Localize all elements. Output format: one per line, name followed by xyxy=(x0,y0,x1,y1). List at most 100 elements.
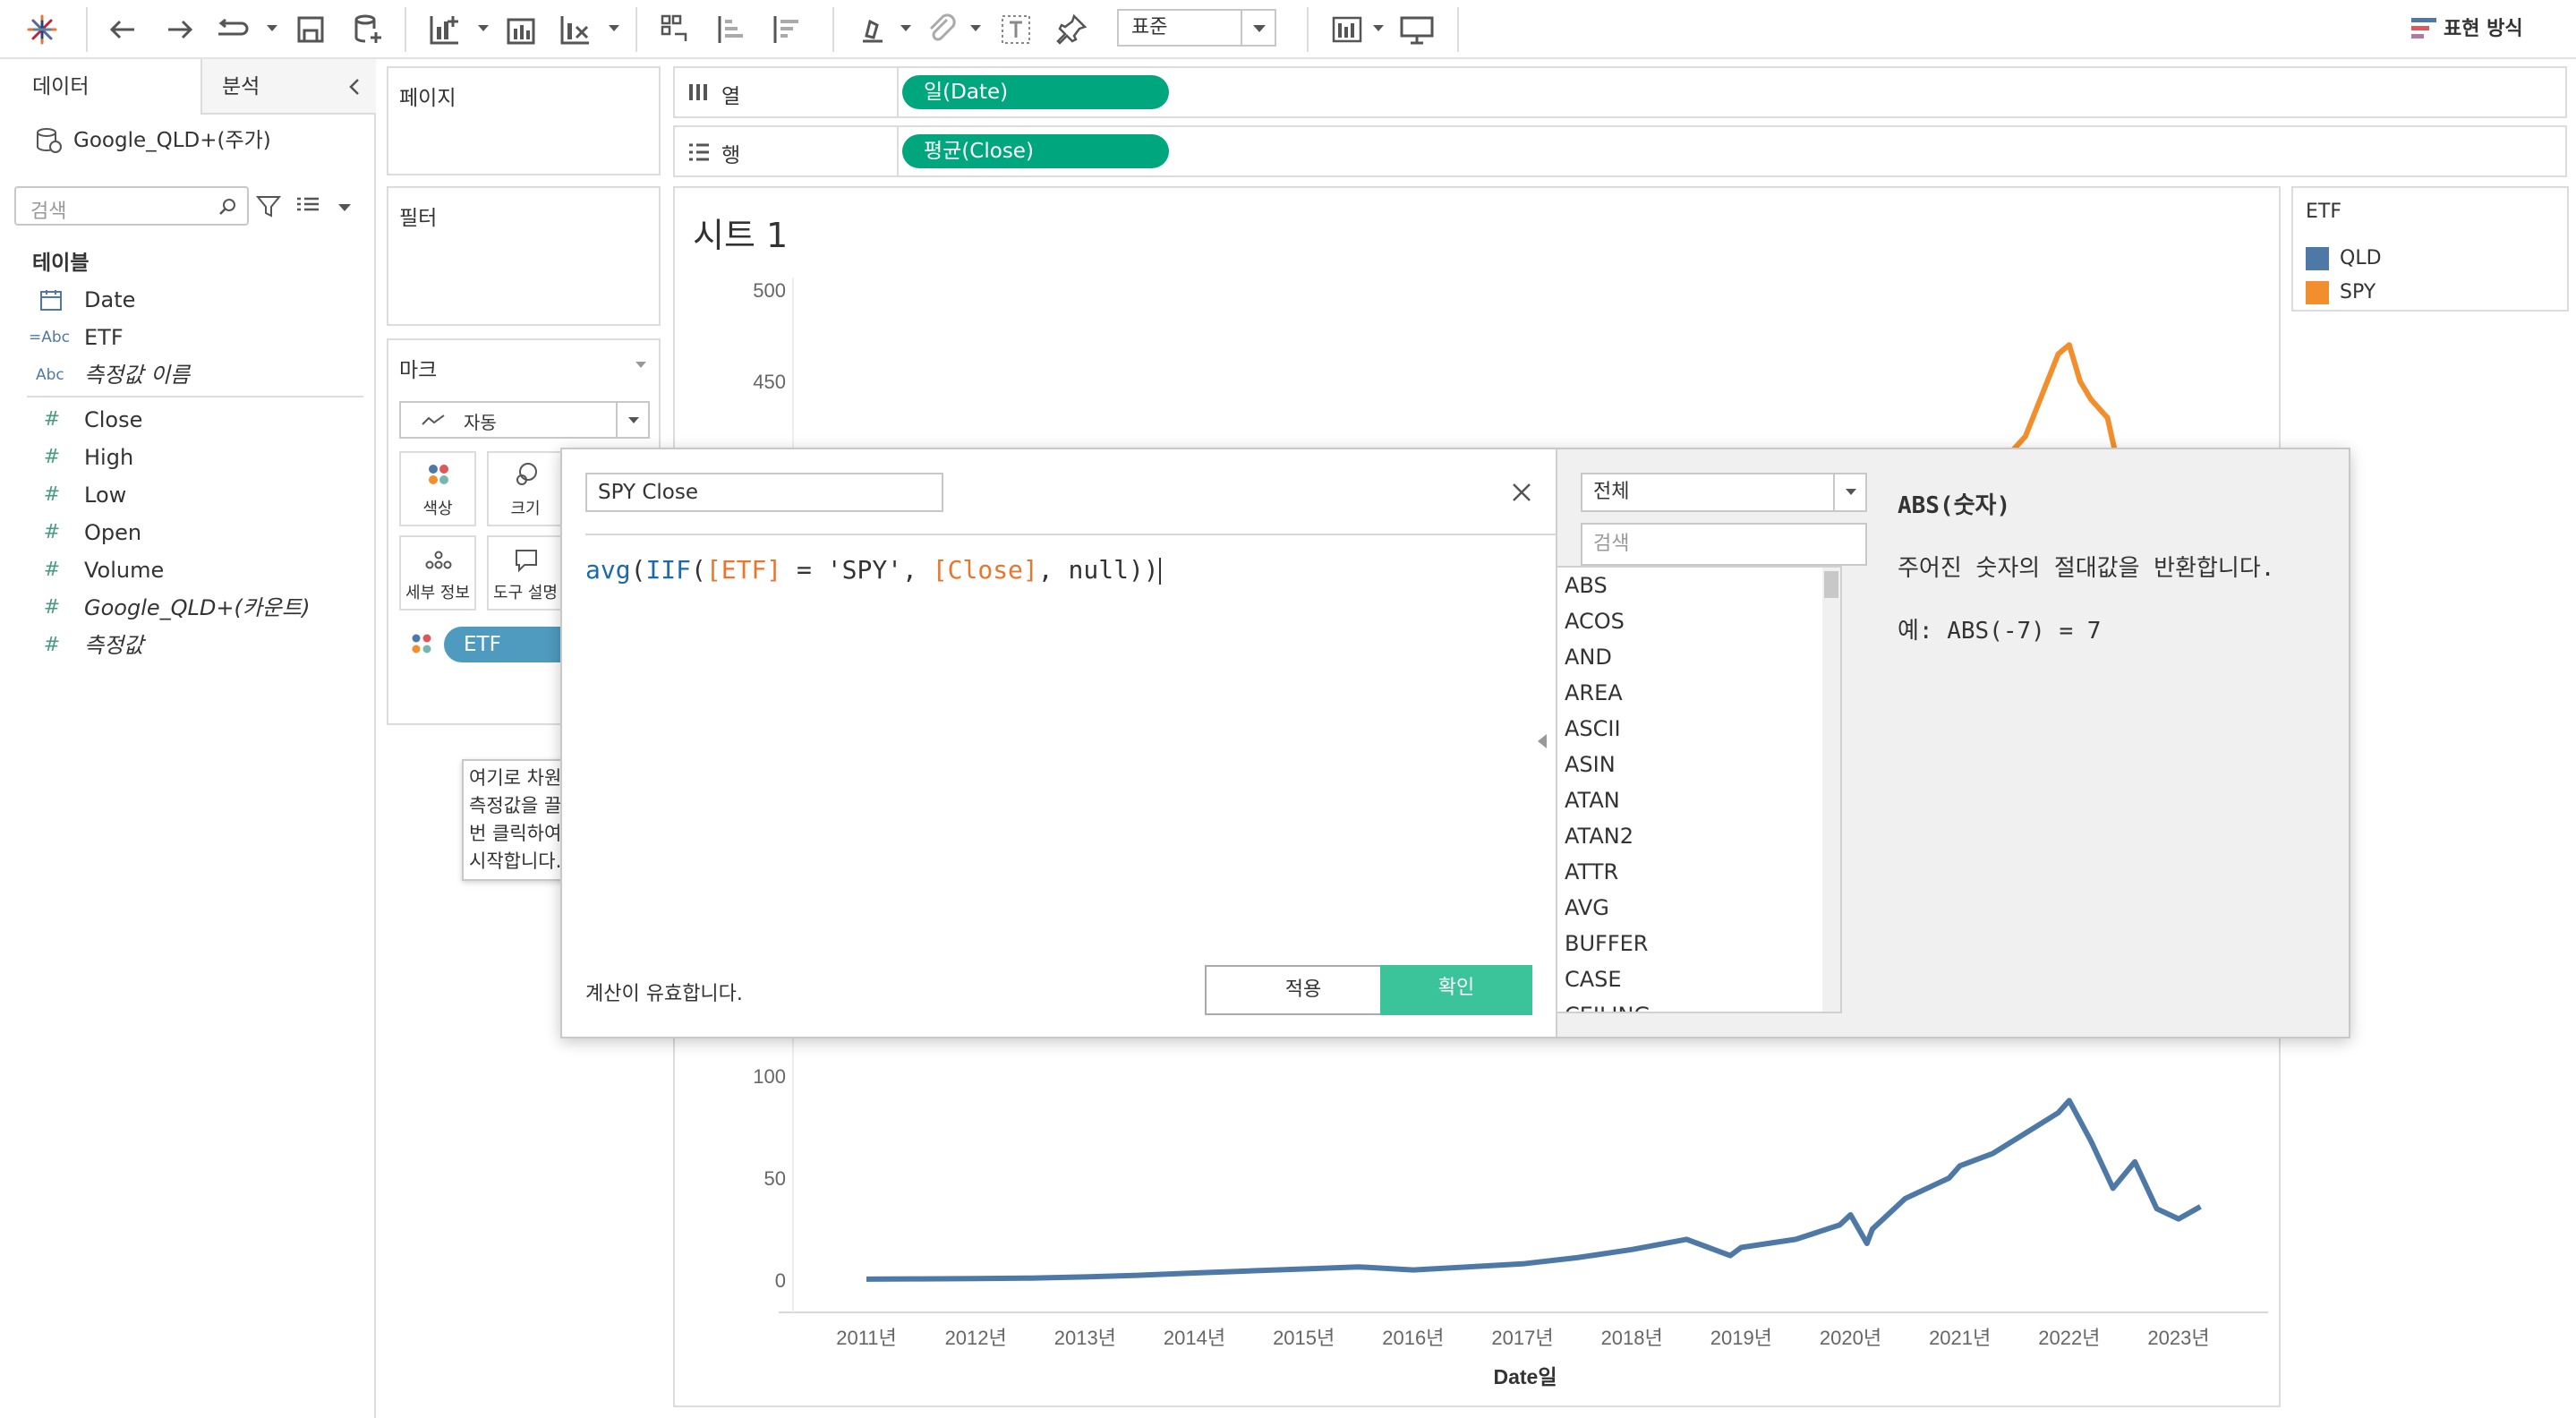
rows-shelf[interactable]: 행 평균(Close) xyxy=(673,125,2567,177)
redo-icon[interactable] xyxy=(161,11,199,48)
field-label: ETF xyxy=(84,325,124,350)
sort-descending-icon[interactable] xyxy=(768,11,806,48)
calc-status: 계산이 유효합니다. xyxy=(585,983,743,1005)
clear-caret-icon[interactable] xyxy=(609,25,619,31)
x-tick-label: 2019년 xyxy=(1710,1327,1772,1349)
legend-title: ETF xyxy=(2306,201,2341,223)
function-item[interactable]: BUFFER xyxy=(1557,926,1840,961)
presentation-mode-icon[interactable] xyxy=(1398,11,1436,48)
function-item[interactable]: ATAN2 xyxy=(1557,818,1840,854)
field-etf[interactable]: =Abc ETF xyxy=(0,319,367,356)
scrollbar-thumb[interactable] xyxy=(1824,571,1838,598)
calc-divider xyxy=(585,534,1556,535)
view-list-icon[interactable] xyxy=(295,193,320,218)
formula-paren: ( xyxy=(630,555,646,585)
chevron-down-icon[interactable] xyxy=(1241,11,1275,45)
function-item[interactable]: AREA xyxy=(1557,675,1840,711)
replay-caret-icon[interactable] xyxy=(267,25,277,31)
undo-icon[interactable] xyxy=(104,11,141,48)
field-count[interactable]: # Google_QLD+(카운트) xyxy=(0,589,367,627)
new-worksheet-icon[interactable] xyxy=(426,11,464,48)
function-item[interactable]: AND xyxy=(1557,639,1840,675)
collapse-functions-icon[interactable] xyxy=(1538,734,1547,748)
tab-data[interactable]: 데이터 xyxy=(0,59,202,115)
cards-caret-icon[interactable] xyxy=(1373,25,1384,31)
marks-color-button[interactable]: 색상 xyxy=(399,451,476,526)
close-icon[interactable] xyxy=(1509,480,1534,505)
show-me-icon[interactable] xyxy=(2411,16,2436,41)
replay-icon[interactable] xyxy=(215,11,252,48)
function-item[interactable]: CEILING xyxy=(1557,997,1840,1012)
highlight-caret-icon[interactable] xyxy=(900,25,911,31)
pages-shelf[interactable]: 페이지 xyxy=(387,66,661,175)
save-icon[interactable] xyxy=(292,11,329,48)
mark-type-select[interactable]: 자동 xyxy=(399,401,650,439)
group-paperclip-icon[interactable] xyxy=(924,11,961,48)
columns-date-pill[interactable]: 일(Date) xyxy=(902,75,1169,109)
function-item[interactable]: ACOS xyxy=(1557,603,1840,639)
function-item[interactable]: CASE xyxy=(1557,961,1840,997)
field-label: Volume xyxy=(84,558,165,583)
hash-icon: # xyxy=(43,521,61,543)
field-date[interactable]: Date xyxy=(0,281,367,319)
tableau-logo-icon[interactable] xyxy=(23,11,61,48)
function-item[interactable]: ATAN xyxy=(1557,782,1840,818)
calc-formula-editor[interactable]: avg(IIF([ETF] = 'SPY', [Close], null)) xyxy=(585,555,1161,585)
field-label: 측정값 xyxy=(84,633,144,658)
function-list-scrollbar[interactable] xyxy=(1822,568,1840,1012)
function-item[interactable]: ASIN xyxy=(1557,747,1840,782)
marks-size-button[interactable]: 크기 xyxy=(487,451,564,526)
field-volume[interactable]: # Volume xyxy=(0,551,367,589)
chevron-down-icon[interactable] xyxy=(616,403,648,437)
function-search-input[interactable]: 검색 xyxy=(1581,523,1867,566)
abc-icon: Abc xyxy=(36,366,64,384)
ok-button[interactable]: 확인 xyxy=(1380,965,1532,1015)
columns-shelf[interactable]: 열 일(Date) xyxy=(673,66,2567,118)
pin-icon[interactable] xyxy=(1053,11,1090,48)
filter-icon[interactable] xyxy=(256,193,281,218)
field-high[interactable]: # High xyxy=(0,439,367,476)
field-measure-values[interactable]: # 측정값 xyxy=(0,627,367,664)
marks-detail-button[interactable]: 세부 정보 xyxy=(399,535,476,611)
duplicate-sheet-icon[interactable] xyxy=(503,11,541,48)
legend-item-qld[interactable]: QLD xyxy=(2302,245,2553,272)
search-icon[interactable] xyxy=(218,197,238,217)
highlight-icon[interactable] xyxy=(854,11,891,48)
show-labels-icon[interactable] xyxy=(997,11,1035,48)
field-close[interactable]: # Close xyxy=(0,401,367,439)
worksheet-caret-icon[interactable] xyxy=(478,25,489,31)
marks-card-menu-icon[interactable] xyxy=(635,362,646,368)
toolbar: 표준 표현 방식 xyxy=(0,0,2576,59)
group-caret-icon[interactable] xyxy=(970,25,981,31)
fit-select[interactable]: 표준 xyxy=(1117,9,1276,47)
function-item[interactable]: ASCII xyxy=(1557,711,1840,747)
legend-item-spy[interactable]: SPY xyxy=(2302,279,2553,306)
apply-button[interactable]: 적용 xyxy=(1205,965,1402,1015)
field-open[interactable]: # Open xyxy=(0,514,367,551)
function-item[interactable]: ABS xyxy=(1557,568,1840,603)
function-item[interactable]: ATTR xyxy=(1557,854,1840,890)
field-measure-names[interactable]: Abc 측정값 이름 xyxy=(0,356,367,394)
sort-ascending-icon[interactable] xyxy=(712,11,750,48)
function-list[interactable]: ABS ACOS AND AREA ASCII ASIN ATAN ATAN2 … xyxy=(1556,566,1842,1013)
x-tick-label: 2015년 xyxy=(1273,1327,1335,1349)
rows-shelf-label: 행 xyxy=(721,144,741,167)
show-cards-icon[interactable] xyxy=(1328,11,1366,48)
rows-close-pill[interactable]: 평균(Close) xyxy=(902,134,1169,168)
data-search-input[interactable]: 검색 xyxy=(14,186,249,226)
filters-shelf[interactable]: 필터 xyxy=(387,186,661,326)
datasource-name[interactable]: Google_QLD+(주가) xyxy=(73,124,271,158)
swap-rows-columns-icon[interactable] xyxy=(657,11,695,48)
field-low[interactable]: # Low xyxy=(0,476,367,514)
new-datasource-icon[interactable] xyxy=(349,11,387,48)
clear-sheet-icon[interactable] xyxy=(557,11,594,48)
view-caret-icon[interactable] xyxy=(338,204,351,211)
size-icon xyxy=(516,463,537,485)
chevron-down-icon[interactable] xyxy=(1833,474,1865,510)
function-item[interactable]: AVG xyxy=(1557,890,1840,926)
marks-tooltip-button[interactable]: 도구 설명 xyxy=(487,535,564,611)
collapse-pane-icon[interactable] xyxy=(345,77,365,97)
function-category-select[interactable]: 전체 xyxy=(1581,473,1867,512)
calc-name-input[interactable]: SPY Close xyxy=(585,473,943,512)
show-me-button[interactable]: 표현 방식 xyxy=(2444,14,2523,45)
